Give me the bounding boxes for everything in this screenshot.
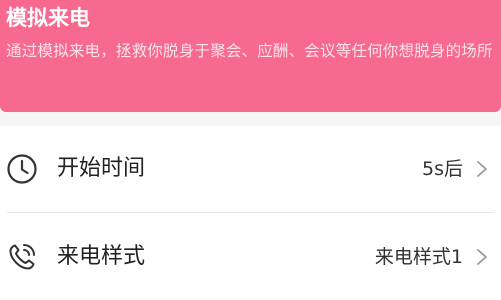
call-style-row[interactable]: 来电样式 来电样式1 <box>0 214 501 300</box>
call-style-value: 来电样式1 <box>374 246 463 268</box>
clock-icon <box>7 154 37 184</box>
call-style-label: 来电样式 <box>57 244 146 269</box>
chevron-right-icon <box>477 161 487 177</box>
row-divider <box>7 212 494 213</box>
settings-list: 开始时间 5s后 来电样式 来电样式1 <box>0 126 501 285</box>
page-description: 通过模拟来电，拯救你脱身于聚会、应酬、会议等任何你想脱身的场所 <box>6 42 493 60</box>
page-title: 模拟来电 <box>6 6 90 30</box>
chevron-right-icon <box>477 249 487 265</box>
header-banner: 模拟来电 通过模拟来电，拯救你脱身于聚会、应酬、会议等任何你想脱身的场所 <box>0 0 501 112</box>
start-time-row[interactable]: 开始时间 5s后 <box>0 126 501 212</box>
section-separator <box>0 112 501 126</box>
start-time-value: 5s后 <box>422 158 463 180</box>
start-time-label: 开始时间 <box>57 156 146 181</box>
phone-icon <box>9 244 35 270</box>
